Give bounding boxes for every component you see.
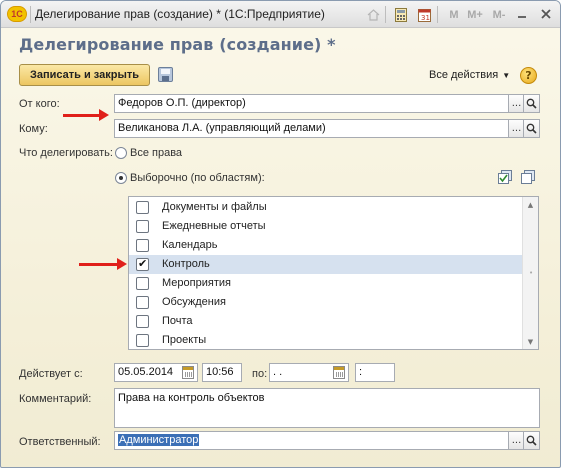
all-actions-menu[interactable]: Все действия ▼ [429,69,510,81]
from-field[interactable]: Федоров О.П. (директор) [114,94,509,113]
area-checkbox[interactable] [136,257,149,271]
delegation-window: 1С Делегирование прав (создание) * (1С:П… [0,0,561,468]
to-label: Кому: [19,123,48,135]
uncheck-all-icon[interactable] [520,170,536,184]
memory-m-button[interactable]: M [443,7,465,23]
radio-all-rights-label[interactable]: Все права [130,147,182,159]
calendar-picker-icon[interactable] [182,366,194,379]
to-open-button[interactable] [523,119,540,138]
responsible-open-button[interactable] [523,431,540,450]
valid-to-time-field[interactable]: : [355,363,395,382]
what-to-delegate-label: Что делегировать: [19,147,113,159]
responsible-value: Администратор [118,434,200,446]
radio-selective-label[interactable]: Выборочно (по областям): [130,172,265,184]
area-checkbox[interactable] [136,201,149,214]
comment-field[interactable]: Права на контроль объектов [114,388,540,428]
help-icon[interactable]: ? [520,67,537,84]
list-item[interactable]: Почта [129,312,523,331]
title-bar: 1С Делегирование прав (создание) * (1С:П… [1,1,560,28]
area-checkbox[interactable] [136,277,149,290]
area-checkbox[interactable] [136,296,149,309]
calculator-icon[interactable] [393,7,409,23]
list-item[interactable]: Проекты [129,331,523,350]
list-item[interactable]: Мероприятия [129,274,523,293]
responsible-label: Ответственный: [19,436,101,448]
valid-from-label: Действует с: [19,368,83,380]
list-item[interactable]: Документы и файлы [129,198,523,217]
form-title: Делегирование прав (создание) * [19,35,336,54]
chevron-down-icon: ▼ [502,71,511,80]
list-item-label: Обсуждения [162,296,226,308]
home-icon[interactable] [365,7,381,23]
area-checkbox[interactable] [136,239,149,252]
calendar-picker-icon[interactable] [333,366,345,379]
memory-plus-button[interactable]: M+ [464,7,486,23]
area-checkbox[interactable] [136,315,149,328]
list-item-label: Почта [162,315,193,327]
valid-from-time-field[interactable]: 10:56 [202,363,242,382]
list-item-label: Календарь [162,239,218,251]
window-title: Делегирование прав (создание) * (1С:Пред… [35,7,325,21]
areas-list[interactable]: Документы и файлы Ежедневные отчеты Кале… [128,196,539,350]
scroll-up-icon[interactable]: ▲ [523,197,538,212]
list-item[interactable]: Ежедневные отчеты [129,217,523,236]
toolbar-separator [385,6,386,23]
radio-selective[interactable] [115,172,127,184]
list-item[interactable]: Контроль [129,255,523,274]
magnifier-icon [526,435,537,446]
save-icon[interactable] [158,67,173,82]
scroll-grip-icon[interactable]: • [529,269,533,277]
radio-all-rights[interactable] [115,147,127,159]
check-all-icon[interactable] [497,170,513,184]
list-item-label: Ежедневные отчеты [162,220,266,232]
highlight-arrow-icon [63,109,109,121]
magnifier-icon [526,98,537,109]
save-and-close-button[interactable]: Записать и закрыть [19,64,150,86]
minimize-icon[interactable] [512,5,532,23]
list-item-label: Мероприятия [162,277,231,289]
title-separator [30,6,31,23]
memory-minus-button[interactable]: M- [488,7,510,23]
to-field[interactable]: Великанова Л.А. (управляющий делами) [114,119,509,138]
1c-logo-icon[interactable]: 1С [7,6,27,22]
list-scrollbar[interactable]: ▲ • ▼ [522,197,538,349]
area-checkbox[interactable] [136,220,149,233]
comment-label: Комментарий: [19,393,92,405]
highlight-arrow-icon [79,258,127,270]
list-item[interactable]: Календарь [129,236,523,255]
valid-to-label: по: [252,368,268,380]
close-icon[interactable] [536,5,556,23]
responsible-field[interactable]: Администратор [114,431,509,450]
list-item-label: Контроль [162,258,210,270]
list-item-label: Документы и файлы [162,201,267,213]
list-item-label: Проекты [162,334,207,346]
magnifier-icon [526,123,537,134]
toolbar-separator [437,6,438,23]
calendar-icon[interactable]: 31 [416,7,432,23]
scroll-down-icon[interactable]: ▼ [523,334,538,349]
area-checkbox[interactable] [136,334,149,347]
all-actions-label: Все действия [429,69,499,81]
list-item[interactable]: Обсуждения [129,293,523,312]
from-label: От кого: [19,98,60,110]
svg-text:31: 31 [421,14,430,22]
from-open-button[interactable] [523,94,540,113]
